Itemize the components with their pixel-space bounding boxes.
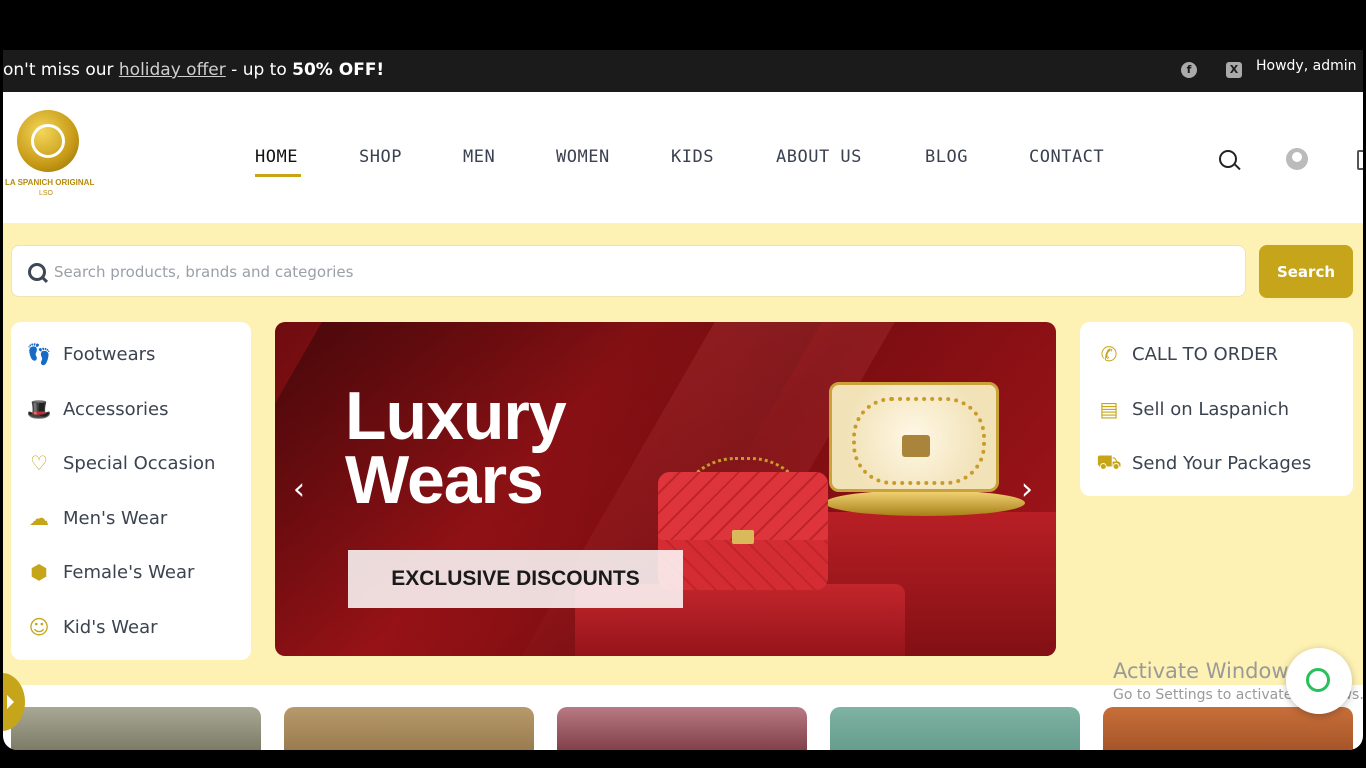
header-search-icon[interactable] [1219, 150, 1237, 168]
category-accessories[interactable]: 🎩 Accessories [27, 395, 169, 423]
nav-men[interactable]: MEN [463, 147, 495, 167]
hero-title: Luxury Wears [345, 378, 567, 518]
warehouse-icon: ▤ [1099, 397, 1119, 421]
slider-prev-arrow-icon[interactable]: ‹ [293, 472, 305, 507]
service-panel: ✆ CALL TO ORDER ▤ Sell on Laspanich ⛟ Se… [1080, 322, 1353, 496]
logo-emblem-icon [17, 110, 79, 172]
nav-home[interactable]: HOME [255, 147, 298, 167]
footprints-icon: 👣 [26, 342, 52, 366]
browser-viewport: on't miss our holiday offer - up to 50% … [3, 5, 1363, 750]
hero-slider[interactable]: Luxury Wears EXCLUSIVE DISCOUNTS ‹ › [275, 322, 1056, 656]
gold-bag-image [829, 382, 999, 492]
account-icon[interactable] [1286, 148, 1308, 170]
exclusive-discounts-badge[interactable]: EXCLUSIVE DISCOUNTS [348, 550, 683, 608]
category-label: Accessories [63, 398, 169, 420]
hero-title-line1: Luxury [345, 378, 567, 454]
logo-subtext: LSO [39, 190, 54, 197]
promo-topbar: on't miss our holiday offer - up to 50% … [3, 50, 1363, 92]
cart-icon[interactable] [1357, 150, 1363, 170]
facebook-icon[interactable]: f [1181, 62, 1197, 78]
whatsapp-chat-button[interactable] [1286, 648, 1352, 714]
service-label: CALL TO ORDER [1132, 343, 1278, 365]
promo-middle: - up to [225, 60, 293, 80]
product-card[interactable] [557, 707, 807, 750]
heart-icon: ♡ [30, 451, 48, 475]
category-label: Female's Wear [63, 561, 195, 583]
category-label: Kid's Wear [63, 616, 158, 638]
hat-icon: 🎩 [26, 397, 52, 421]
product-card[interactable] [11, 707, 261, 750]
service-label: Sell on Laspanich [1132, 398, 1289, 420]
search-icon [28, 263, 46, 281]
category-mens-wear[interactable]: ☁ Men's Wear [27, 504, 167, 532]
category-panel: 👣 Footwears 🎩 Accessories ♡ Special Occa… [11, 322, 251, 660]
product-card[interactable] [830, 707, 1080, 750]
dice-icon: ⬢ [30, 560, 48, 584]
nav-kids[interactable]: KIDS [671, 147, 714, 167]
service-label: Send Your Packages [1132, 452, 1312, 474]
nav-women[interactable]: WOMEN [556, 147, 610, 167]
active-nav-underline [255, 174, 301, 177]
red-bag-image [658, 472, 828, 590]
gold-bag-clasp [902, 435, 930, 457]
phone-icon: ✆ [1100, 342, 1118, 366]
howdy-admin[interactable]: Howdy, admin [1256, 58, 1356, 74]
category-footwears[interactable]: 👣 Footwears [26, 340, 156, 368]
call-to-order-link[interactable]: ✆ CALL TO ORDER [1096, 342, 1278, 366]
nav-shop[interactable]: SHOP [359, 147, 402, 167]
site-header: LA SPANICH ORIGINAL LSO HOME SHOP MEN WO… [3, 92, 1363, 223]
product-card[interactable] [284, 707, 534, 750]
nav-contact[interactable]: CONTACT [1029, 147, 1104, 167]
hero-section: Search 👣 Footwears 🎩 Accessories ♡ Speci… [3, 223, 1363, 685]
nav-blog[interactable]: BLOG [925, 147, 968, 167]
category-kids-wear[interactable]: ☺ Kid's Wear [27, 613, 158, 641]
category-label: Men's Wear [63, 507, 168, 529]
x-twitter-icon[interactable]: X [1226, 62, 1242, 78]
hero-gold-disc [825, 490, 1025, 516]
hero-title-line2: Wears [345, 442, 544, 518]
nav-about-us[interactable]: ABOUT US [776, 147, 862, 167]
category-label: Footwears [63, 343, 156, 365]
product-search-bar [11, 245, 1246, 297]
search-button[interactable]: Search [1259, 245, 1353, 298]
search-input[interactable] [52, 258, 1206, 286]
truck-icon: ⛟ [1096, 449, 1122, 474]
promo-prefix: on't miss our [3, 60, 119, 80]
smile-icon: ☺ [28, 615, 50, 639]
whatsapp-icon [1306, 668, 1330, 692]
red-bag-clasp [732, 530, 754, 544]
promo-discount: 50% OFF! [292, 60, 385, 80]
logo-text: LA SPANICH ORIGINAL [5, 178, 95, 187]
category-females-wear[interactable]: ⬢ Female's Wear [27, 558, 194, 586]
cloud-rain-icon: ☁ [29, 506, 49, 530]
slider-next-arrow-icon[interactable]: › [1021, 472, 1033, 507]
admin-strip [3, 5, 1363, 50]
category-special-occasion[interactable]: ♡ Special Occasion [27, 449, 215, 477]
holiday-offer-link[interactable]: holiday offer [119, 60, 226, 80]
category-label: Special Occasion [63, 452, 216, 474]
send-packages-link[interactable]: ⛟ Send Your Packages [1096, 449, 1312, 475]
sell-on-laspanich-link[interactable]: ▤ Sell on Laspanich [1096, 397, 1289, 421]
promo-text: on't miss our holiday offer - up to 50% … [3, 60, 384, 80]
